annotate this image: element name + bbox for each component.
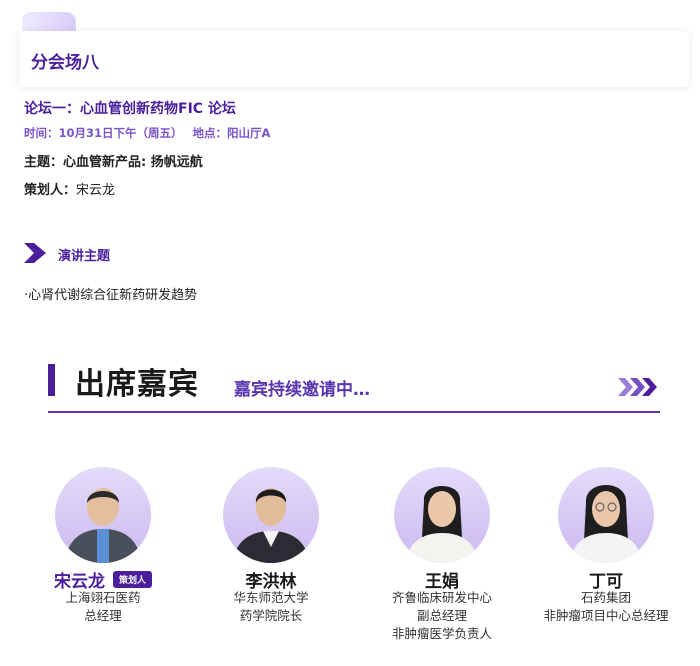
header-underline <box>48 411 660 413</box>
guest-card: 李洪林 华东师范大学 药学院院长 <box>191 467 351 625</box>
speech-topic: ·心肾代谢综合征新药研发趋势 <box>24 288 198 303</box>
avatar <box>394 467 490 563</box>
forum-planner: 策划人：宋云龙 <box>24 179 115 198</box>
double-chevron-icon <box>24 243 46 263</box>
session-title: 分会场八 <box>31 53 99 73</box>
avatar <box>223 467 319 563</box>
guest-role: 非肿瘤医学负责人 <box>391 626 492 641</box>
theme-label: 主题： <box>24 155 64 170</box>
guest-role: 副总经理 <box>416 608 467 623</box>
guest-role: 非肿瘤项目中心总经理 <box>543 608 669 623</box>
guest-card: 王娟 齐鲁临床研发中心 副总经理 非肿瘤医学负责人 <box>362 467 522 643</box>
guest-card: 宋云龙 策划人 上海翊石医药 总经理 <box>23 467 183 625</box>
guest-name: 宋云龙 <box>53 571 105 592</box>
avatar <box>558 467 654 563</box>
speech-heading-label: 演讲主题 <box>58 249 111 264</box>
guest-affiliation: 石药集团 <box>580 590 631 605</box>
session-card: 分会场八 <box>19 31 689 87</box>
header-bar <box>48 364 55 396</box>
planner-label: 策划人： <box>24 183 77 198</box>
guest-affiliation: 华东师范大学 <box>233 590 309 605</box>
guest-section-header: 出席嘉宾 嘉宾持续邀请中… <box>48 361 660 413</box>
triple-chevron-icon <box>618 378 657 396</box>
forum-venue: 地点：阳山厅A <box>192 126 271 140</box>
planner-badge: 策划人 <box>112 570 152 588</box>
planner-value: 宋云龙 <box>76 183 116 198</box>
guest-affiliation: 上海翊石医药 <box>65 590 141 605</box>
guest-affiliation: 齐鲁临床研发中心 <box>391 590 492 605</box>
guest-role: 药学院院长 <box>239 608 303 623</box>
guest-section-title: 出席嘉宾 <box>75 367 199 402</box>
guest-name: 丁可 <box>589 571 623 592</box>
guest-card: 丁可 石药集团 非肿瘤项目中心总经理 <box>526 467 686 625</box>
theme-value: 心血管新产品: 扬帆远航 <box>63 155 203 170</box>
forum-time: 时间：10月31日下午（周五） <box>24 126 183 140</box>
forum-theme: 主题：心血管新产品: 扬帆远航 <box>24 151 203 170</box>
avatar <box>55 467 151 563</box>
forum-title: 论坛一：心血管创新药物FIC 论坛 <box>24 101 236 117</box>
guest-section-subtitle: 嘉宾持续邀请中… <box>234 380 370 400</box>
guest-name: 王娟 <box>425 571 459 592</box>
guest-role: 总经理 <box>84 608 122 623</box>
guest-name: 李洪林 <box>245 571 297 592</box>
forum-meta: 时间：10月31日下午（周五） 地点：阳山厅A <box>24 125 280 141</box>
